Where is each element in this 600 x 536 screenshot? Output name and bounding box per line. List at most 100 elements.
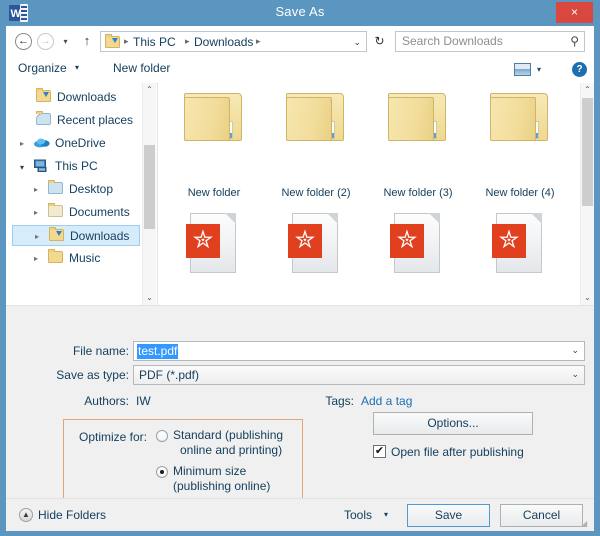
sidebar-item-documents[interactable]: ▸ Documents	[12, 202, 140, 223]
save-as-type-caret-icon[interactable]: ⌄	[571, 369, 579, 380]
tree-expander-icon[interactable]: ▾	[20, 163, 24, 172]
add-a-tag-link[interactable]: Add a tag	[361, 394, 412, 408]
pdf-glyph: ✮	[294, 227, 316, 254]
radio-minimum-size[interactable]	[156, 466, 168, 478]
file-name-caret-icon[interactable]: ⌄	[571, 345, 579, 356]
sidebar-scroll-thumb[interactable]	[144, 145, 155, 229]
filelist-scroll-up-icon[interactable]: ⌃	[581, 83, 594, 97]
breadcrumb-folder-icon	[105, 34, 120, 48]
refresh-icon[interactable]: ↻	[370, 31, 389, 52]
folder-icon	[184, 93, 244, 143]
save-as-type-value: PDF (*.pdf)	[139, 368, 200, 382]
authors-label: Authors:	[84, 394, 129, 408]
navigation-pane: Downloads Recent places ▸ OneDrive ▾ This PC ▸…	[6, 83, 156, 305]
sidebar-item-label: Recent places	[57, 113, 134, 127]
dialog-footer: ▲ Hide Folders Tools ▾ Save Cancel ◢	[6, 498, 594, 531]
sidebar-item-label: Downloads	[70, 229, 130, 243]
pdf-file-icon: ✮	[186, 213, 238, 275]
radio-standard[interactable]	[156, 430, 168, 442]
breadcrumb-separator: ▸	[124, 36, 129, 46]
sidebar-item-desktop[interactable]: ▸ Desktop	[12, 179, 140, 200]
file-list-view[interactable]: New folder New folder (2) New folder (3) Ne…	[157, 83, 581, 305]
pdf-glyph: ✮	[396, 227, 418, 254]
pdf-glyph: ✮	[498, 227, 520, 254]
tree-expander-icon[interactable]: ▸	[20, 139, 24, 148]
folder-name: New folder	[187, 187, 241, 199]
sidebar-item-label: Downloads	[57, 90, 117, 104]
tree-expander-icon[interactable]: ▸	[34, 254, 38, 263]
folder-name: New folder (2)	[281, 187, 351, 199]
sidebar-item-this-pc[interactable]: ▾ This PC	[12, 156, 140, 177]
pdf-file-icon: ✮	[390, 213, 442, 275]
sidebar-item-label: This PC	[55, 159, 98, 173]
folder-icon	[388, 93, 448, 143]
organize-button[interactable]: Organize	[18, 61, 67, 75]
up-one-level-icon[interactable]: ↑	[80, 33, 94, 49]
breadcrumb-separator: ▸	[185, 36, 190, 46]
sidebar-item-downloads[interactable]: Downloads	[12, 87, 140, 108]
folder-desktop-icon	[48, 180, 64, 196]
address-bar[interactable]: ▸ This PC ▸ Downloads ▸ ⌄	[100, 31, 367, 52]
tree-expander-icon[interactable]: ▸	[34, 185, 38, 194]
folder-downloads-icon	[36, 88, 52, 104]
new-folder-button[interactable]: New folder	[113, 61, 170, 75]
search-input[interactable]: Search Downloads	[402, 32, 503, 51]
recent-locations-icon[interactable]: ▾	[60, 37, 71, 46]
sidebar-item-label: Documents	[69, 205, 130, 219]
sidebar-item-recent-places[interactable]: Recent places	[12, 110, 140, 131]
sidebar-item-label: OneDrive	[55, 136, 106, 150]
address-dropdown-icon[interactable]: ⌄	[353, 37, 361, 48]
folder-downloads-icon	[49, 227, 65, 243]
save-as-type-label: Save as type:	[56, 368, 129, 382]
navigation-bar: ← → ▾ ↑ ▸ This PC ▸ Downloads ▸ ⌄ ↻ Sear…	[6, 26, 594, 56]
forward-icon[interactable]: →	[37, 33, 54, 50]
tags-label: Tags:	[325, 394, 354, 408]
close-button[interactable]: ×	[556, 2, 593, 23]
cancel-button[interactable]: Cancel	[500, 504, 583, 527]
preview-pane-icon[interactable]	[514, 63, 531, 76]
filelist-scroll-thumb[interactable]	[582, 98, 593, 206]
optimize-for-label: Optimize for:	[79, 430, 148, 444]
file-name-input[interactable]: test.pdf	[137, 344, 179, 359]
resize-grip[interactable]: ◢	[581, 519, 591, 529]
breadcrumb-separator: ▸	[256, 36, 261, 46]
file-name-combobox[interactable]: test.pdf ⌄	[133, 341, 585, 361]
sidebar-scrollbar[interactable]: ⌃ ⌄	[142, 83, 156, 305]
filelist-scroll-down-icon[interactable]: ⌄	[581, 291, 594, 305]
sidebar-item-label: Music	[69, 251, 101, 265]
authors-value[interactable]: IW	[136, 394, 151, 408]
sidebar-item-onedrive[interactable]: ▸ OneDrive	[12, 133, 140, 154]
sidebar-scroll-down-icon[interactable]: ⌄	[143, 291, 156, 305]
breadcrumb-this-pc[interactable]: This PC	[133, 35, 176, 49]
open-file-after-publishing-checkbox[interactable]: ✔	[373, 445, 386, 458]
tools-button[interactable]: Tools	[344, 508, 372, 522]
sidebar-item-music[interactable]: ▸ Music	[12, 248, 140, 269]
save-as-type-combobox[interactable]: PDF (*.pdf) ⌄	[133, 365, 585, 385]
radio-standard-label: Standard (publishing online and printing…	[173, 428, 284, 457]
tools-caret-icon[interactable]: ▾	[384, 510, 388, 519]
tree-expander-icon[interactable]: ▸	[35, 232, 39, 241]
onedrive-icon	[34, 136, 50, 150]
save-button[interactable]: Save	[407, 504, 490, 527]
dialog-client-area: ← → ▾ ↑ ▸ This PC ▸ Downloads ▸ ⌄ ↻ Sear…	[6, 26, 594, 531]
sidebar-item-downloads[interactable]: ▸ Downloads	[12, 225, 140, 246]
open-file-after-publishing-label[interactable]: Open file after publishing	[391, 445, 524, 459]
tree-expander-icon[interactable]: ▸	[34, 208, 38, 217]
hide-folders-button[interactable]: Hide Folders	[38, 508, 106, 522]
file-list-scrollbar[interactable]: ⌃ ⌄	[580, 83, 594, 305]
command-bar: Organize ▾ New folder ▾ ?	[6, 56, 594, 84]
breadcrumb-downloads[interactable]: Downloads	[194, 35, 253, 49]
back-icon[interactable]: ←	[15, 33, 32, 50]
folder-icon	[490, 93, 550, 143]
window-title: Save As	[275, 4, 325, 19]
search-box[interactable]: Search Downloads ⚲	[395, 31, 585, 52]
sidebar-scroll-up-icon[interactable]: ⌃	[143, 83, 156, 97]
organize-caret-icon[interactable]: ▾	[75, 63, 79, 72]
save-form-pane: File name: test.pdf ⌄ Save as type: PDF …	[6, 305, 594, 507]
help-icon[interactable]: ?	[572, 62, 587, 77]
folder-music-icon	[48, 249, 64, 265]
view-options-caret-icon[interactable]: ▾	[537, 65, 541, 74]
hide-folders-icon[interactable]: ▲	[19, 508, 33, 522]
options-button[interactable]: Options...	[373, 412, 533, 435]
folder-name: New folder (3)	[383, 187, 453, 199]
